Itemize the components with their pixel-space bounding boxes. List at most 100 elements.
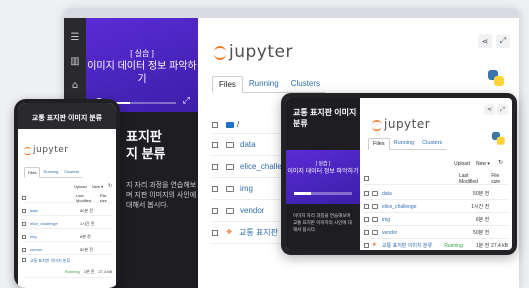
share-icon[interactable]: ⋖ [484, 104, 495, 115]
row-checkbox[interactable] [22, 258, 26, 262]
file-row[interactable]: data 50분 전 [22, 206, 112, 216]
course-tag: [ 실습 ] [315, 161, 331, 167]
file-name[interactable]: 교통 표지판 이미지 분류 [30, 258, 70, 264]
course-heading-line1: 표지판 [126, 129, 162, 144]
folder-icon [226, 207, 234, 214]
file-row[interactable]: img 6분 전 [364, 214, 508, 226]
video-progress-track[interactable] [110, 102, 176, 104]
file-modified: 1분 전 [475, 243, 490, 249]
file-modified: 50분 전 [473, 191, 490, 197]
course-description: 이미지 자리 과정을 연습해보며 교통 표지판 이미지의 사인에 대해서 봅시다… [293, 213, 352, 232]
row-checkbox[interactable] [364, 204, 369, 209]
file-row[interactable]: elice_challenge 1시간 전 [364, 201, 508, 213]
tablet-course-panel: 교통 표지판 이미지 분류 [ 실습 ] 이미지 데이터 정보 파악하기 이미지… [286, 98, 360, 250]
file-name[interactable]: img [30, 234, 70, 239]
row-checkbox[interactable] [22, 234, 26, 239]
notebook-icon: ❖ [372, 242, 377, 248]
fullscreen-icon[interactable]: ⤢ [183, 96, 190, 106]
row-checkbox[interactable] [212, 163, 218, 170]
row-checkbox[interactable] [364, 230, 369, 235]
file-name[interactable]: 교통 표지판 이미지 분류 [382, 242, 438, 249]
file-name[interactable]: vendor [382, 230, 438, 236]
file-row[interactable]: data 50분 전 [364, 188, 508, 200]
file-row[interactable]: vendor 50분 전 [22, 245, 112, 255]
python-logo-icon [492, 132, 505, 145]
phone-title: 교통 표지판 이미지 분류 [31, 115, 103, 122]
file-name[interactable]: img [240, 184, 253, 193]
file-name[interactable]: vendor [30, 247, 70, 252]
tab-clusters[interactable]: Clusters [61, 167, 83, 178]
file-row[interactable]: elice_challenge 1시간 전 [22, 219, 112, 229]
file-name[interactable]: elice_challenge [382, 204, 438, 210]
file-row[interactable]: img 6분 전 [22, 232, 112, 242]
upload-button[interactable]: Upload [74, 184, 87, 189]
folder-icon [226, 185, 234, 192]
window-top-bar [64, 8, 519, 18]
refresh-icon[interactable]: ↻ [498, 159, 503, 166]
file-size: 27.4 kB [491, 242, 509, 249]
tab-files[interactable]: Files [24, 167, 41, 178]
upload-button[interactable]: Upload [454, 161, 470, 167]
file-name[interactable]: elice_challenge [30, 221, 70, 226]
select-all-checkbox[interactable] [212, 121, 218, 128]
video-progress-track[interactable] [294, 192, 352, 195]
home-icon[interactable]: ⌂ [68, 78, 82, 92]
row-checkbox[interactable] [22, 221, 26, 226]
row-checkbox[interactable] [212, 141, 218, 148]
file-name[interactable]: vendor [240, 206, 264, 215]
select-all-checkbox[interactable] [22, 195, 26, 200]
jupyter-logo-icon [24, 147, 32, 156]
folder-icon [226, 163, 234, 170]
tab-files[interactable]: Files [368, 138, 390, 150]
tab-running[interactable]: Running [242, 76, 285, 93]
jupyter-logo-text: jupyter [33, 145, 69, 155]
file-status: Running [64, 268, 80, 274]
row-checkbox[interactable] [364, 217, 369, 222]
phone-screen: 교통 표지판 이미지 분류 jupyter Files Running Clus… [18, 103, 116, 288]
file-name[interactable]: data [30, 208, 70, 213]
course-video[interactable]: [ 실습 ] 이미지 데이터 정보 파악하기 ⤢ [86, 18, 198, 112]
new-button[interactable]: New ▾ [92, 184, 103, 189]
tab-clusters[interactable]: Clusters [284, 76, 327, 93]
jupyter-logo-text: jupyter [384, 117, 431, 131]
expand-icon[interactable]: ⤢ [496, 34, 510, 48]
new-button[interactable]: New ▾ [476, 161, 490, 167]
file-name[interactable]: img [382, 217, 438, 223]
expand-icon[interactable]: ⤢ [497, 104, 508, 115]
select-all-checkbox[interactable] [364, 176, 369, 181]
list-header: Last Modified File size [364, 173, 508, 185]
row-checkbox[interactable] [364, 243, 369, 248]
breadcrumb[interactable]: / [237, 120, 239, 129]
folder-icon [226, 141, 234, 148]
folder-icon [372, 217, 378, 222]
jupyter-logo-icon [214, 46, 226, 60]
row-checkbox[interactable] [364, 191, 369, 196]
row-checkbox[interactable] [212, 229, 218, 236]
folder-icon [372, 204, 378, 209]
row-checkbox[interactable] [22, 247, 26, 252]
file-row[interactable]: 교통 표지판 이미지 분류 Running 1분 전 27.4 kB [22, 258, 112, 278]
file-size: 27.4 kB [98, 268, 112, 274]
col-file-size: File size [491, 172, 501, 185]
tab-running[interactable]: Running [389, 138, 419, 150]
list-header: Last Modified File size [22, 193, 112, 203]
tab-files[interactable]: Files [212, 76, 243, 93]
phone-header: 교통 표지판 이미지 분류 [18, 103, 116, 129]
row-checkbox[interactable] [22, 208, 26, 213]
share-icon[interactable]: ⋖ [478, 34, 492, 48]
tab-clusters[interactable]: Clusters [418, 138, 447, 150]
file-row[interactable]: ❖ 교통 표지판 이미지 분류 Running 1분 전 27.4 kB [364, 240, 508, 250]
tab-running[interactable]: Running [40, 167, 62, 178]
folder-icon [226, 121, 234, 128]
row-checkbox[interactable] [212, 185, 218, 192]
row-checkbox[interactable] [212, 207, 218, 214]
file-row[interactable]: vendor 50분 전 [364, 227, 508, 239]
file-name[interactable]: data [382, 191, 438, 197]
file-name[interactable]: data [240, 140, 256, 149]
refresh-icon[interactable]: ↻ [108, 183, 112, 189]
course-tag: [ 실습 ] [130, 49, 154, 58]
col-last-modified: Last Modified [76, 192, 92, 203]
menu-icon[interactable]: ☰ [68, 30, 82, 44]
tablet-course-video[interactable]: [ 실습 ] 이미지 데이터 정보 파악하기 [286, 150, 360, 204]
book-icon[interactable]: ▥ [68, 54, 82, 68]
